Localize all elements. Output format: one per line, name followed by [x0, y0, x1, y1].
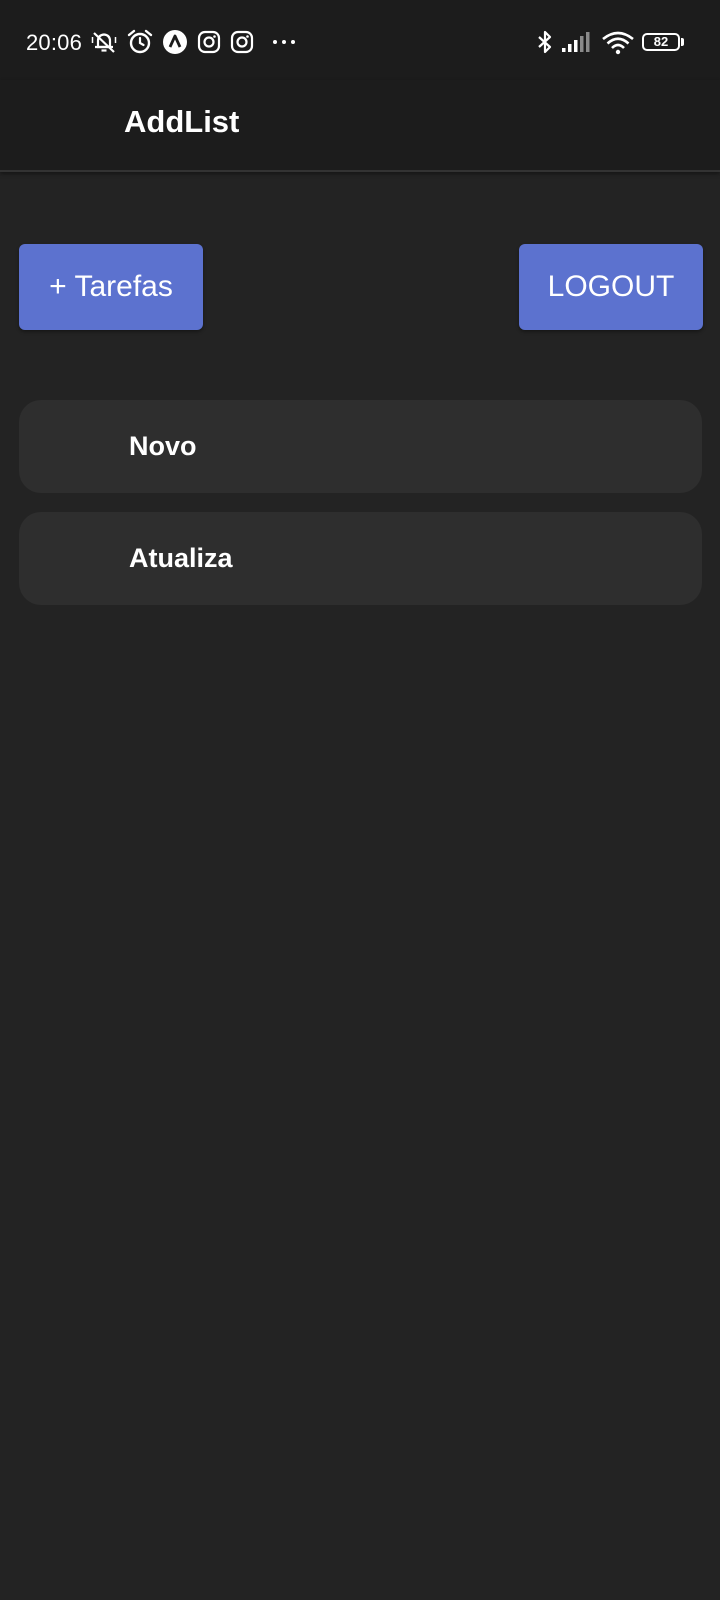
- list-item[interactable]: Atualiza: [19, 512, 702, 605]
- list-item[interactable]: Novo: [19, 400, 702, 493]
- app-a-icon: [163, 30, 187, 54]
- battery-icon: 82: [642, 33, 684, 53]
- wifi-icon: [602, 31, 634, 55]
- instagram-icon: [230, 30, 254, 54]
- bluetooth-icon: [538, 30, 552, 54]
- logout-button[interactable]: LOGOUT: [519, 244, 703, 330]
- list-item-label: Novo: [129, 431, 197, 461]
- list-item-label: Atualiza: [129, 543, 233, 573]
- instagram-icon: [197, 30, 221, 54]
- more-dots-icon: [273, 40, 295, 44]
- add-tasks-button[interactable]: + Tarefas: [19, 244, 203, 330]
- app-bar: AddList: [0, 80, 720, 172]
- status-bar: 20:06 82: [0, 0, 720, 80]
- bell-off-icon: [91, 32, 117, 53]
- cell-signal-icon: [562, 32, 590, 52]
- battery-level: 82: [653, 34, 669, 49]
- status-time: 20:06: [26, 30, 83, 55]
- alarm-icon: [127, 29, 153, 54]
- app-title: AddList: [124, 104, 240, 139]
